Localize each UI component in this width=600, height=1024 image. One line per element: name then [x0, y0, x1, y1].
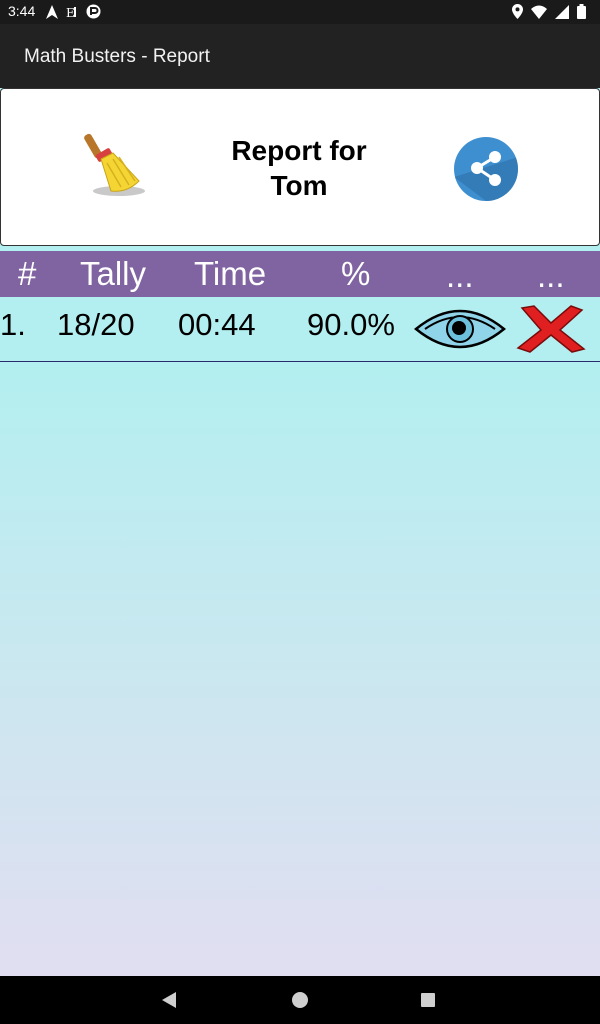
- column-header-number: #: [18, 255, 37, 292]
- home-icon[interactable]: [292, 992, 308, 1008]
- table-header: # Tally Time % ... ...: [0, 251, 600, 297]
- row-tally: 18/20: [57, 307, 135, 342]
- column-header-time: Time: [194, 255, 267, 292]
- status-left-icons: E: [46, 4, 101, 19]
- delete-result-button[interactable]: [516, 304, 586, 354]
- wifi-icon: [531, 5, 547, 19]
- column-header-view: ...: [446, 257, 474, 294]
- close-icon: [516, 305, 586, 353]
- report-title-line2: Tom: [270, 170, 328, 201]
- table-row: 1. 18/20 00:44 90.0%: [0, 297, 600, 362]
- row-number: 1.: [0, 307, 26, 342]
- recents-icon[interactable]: [421, 993, 435, 1007]
- column-header-delete: ...: [537, 257, 565, 294]
- signal-icon: [555, 4, 569, 19]
- share-icon: [454, 151, 518, 201]
- battery-icon: [577, 4, 586, 19]
- app-title: Math Busters - Report: [24, 46, 210, 67]
- status-right-icons: [512, 4, 586, 19]
- share-button[interactable]: [454, 137, 518, 201]
- back-icon[interactable]: [162, 992, 178, 1008]
- content-area: [0, 362, 600, 976]
- column-header-tally: Tally: [80, 255, 147, 292]
- app-bar: Math Busters - Report: [0, 24, 600, 88]
- location-icon: [512, 4, 523, 19]
- svg-text:E: E: [66, 6, 75, 19]
- column-header-percent: %: [341, 255, 371, 292]
- view-result-button[interactable]: [413, 305, 507, 353]
- report-header-card: Report for Tom: [0, 88, 600, 246]
- row-percent: 90.0%: [307, 307, 395, 342]
- broom-icon[interactable]: [83, 133, 153, 203]
- navigation-icon: [46, 4, 58, 19]
- report-title: Report for Tom: [201, 133, 397, 203]
- status-time: 3:44: [8, 3, 36, 19]
- report-title-line1: Report for: [231, 135, 367, 166]
- status-bar: 3:44 E: [0, 0, 600, 24]
- app-notification-icon: [86, 4, 101, 19]
- row-time: 00:44: [178, 307, 256, 342]
- navigation-bar: [0, 976, 600, 1024]
- eye-icon: [414, 309, 506, 349]
- sim-icon: E: [66, 6, 76, 19]
